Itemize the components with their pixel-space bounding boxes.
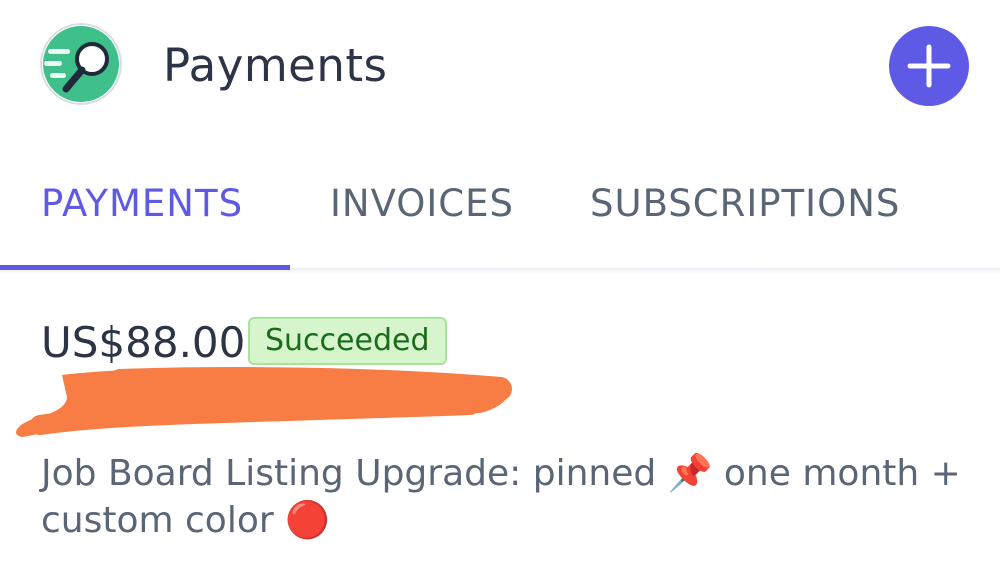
tab-invoices[interactable]: INVOICES (330, 182, 514, 226)
active-tab-indicator (0, 265, 290, 270)
app-bar: Payments (0, 0, 1000, 138)
magnifier-logo-icon (40, 23, 122, 105)
payment-list-item[interactable]: US$88.00 Succeeded Job Board Listing Upg… (0, 290, 1000, 563)
redaction-scribble (16, 367, 512, 437)
tab-subscriptions[interactable]: SUBSCRIPTIONS (590, 182, 900, 226)
page-title: Payments (163, 39, 388, 92)
payment-description: Job Board Listing Upgrade: pinned 📌 one … (41, 453, 961, 541)
add-button[interactable] (889, 26, 969, 106)
plus-icon (907, 44, 951, 88)
tab-bar: PAYMENTS INVOICES SUBSCRIPTIONS (0, 150, 936, 270)
tab-payments[interactable]: PAYMENTS (41, 182, 243, 226)
